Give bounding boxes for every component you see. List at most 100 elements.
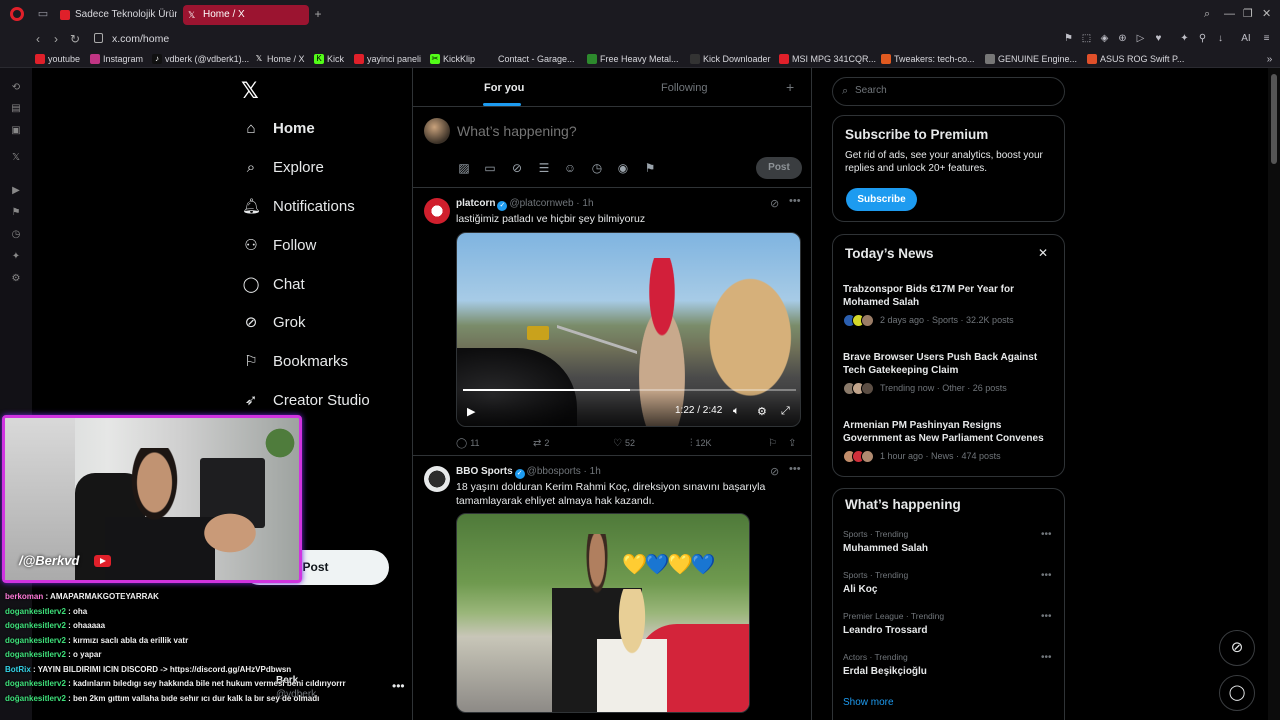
tab-following[interactable]: Following [661, 82, 707, 94]
search-field[interactable]: ⌕ [832, 77, 1065, 106]
subscribe-button[interactable]: Subscribe [846, 188, 917, 211]
avatar[interactable] [424, 198, 450, 224]
more-dots-icon[interactable]: ••• [789, 195, 801, 207]
bookmark-contact-garage[interactable]: Contact - Garage... [485, 53, 575, 65]
bookmark-button[interactable]: ⚐ [768, 436, 780, 451]
history-icon[interactable]: ◷ [10, 229, 22, 241]
tweet-time[interactable]: 1h [582, 198, 593, 209]
more-dots-icon[interactable]: ••• [1041, 570, 1052, 581]
nav-creator-studio[interactable]: ➶ Creator Studio [242, 389, 370, 413]
speed-dial-icon[interactable]: ⟲ [10, 82, 22, 94]
x-logo-icon[interactable]: 𝕏 [241, 80, 259, 102]
player-icon[interactable]: ▷ [1135, 33, 1146, 44]
trend-item[interactable]: Sports · Trending Ali Koç ••• [843, 570, 1055, 597]
scrollbar-thumb[interactable] [1271, 74, 1277, 164]
puzzle-icon[interactable]: ✦ [1179, 33, 1190, 44]
extension-icon[interactable]: ⊕ [1117, 33, 1128, 44]
tab-for-you[interactable]: For you [484, 82, 524, 94]
repost-button[interactable]: ⇄ 2 [533, 436, 549, 451]
nav-grok[interactable]: ⊘ Grok [242, 311, 306, 335]
bookmark-tweakers[interactable]: Tweakers: tech-co... [881, 53, 975, 65]
like-button[interactable]: ♡ 52 [613, 436, 635, 451]
bookmark-yayinci-paneli[interactable]: yayinci paneli [354, 53, 421, 65]
bookmark-genuine-engine[interactable]: GENUINE Engine... [985, 53, 1077, 65]
more-dots-icon[interactable]: ••• [1041, 611, 1052, 622]
nav-notifications[interactable]: 🔔︎ Notifications [242, 195, 355, 219]
media-icon[interactable]: ▨ [457, 161, 471, 175]
trend-item[interactable]: Actors · Trending Erdal Beşikçioğlu ••• [843, 652, 1055, 679]
news-item[interactable]: Armenian PM Pashinyan Resigns Government… [843, 419, 1055, 463]
tweet-author-name[interactable]: platcorn [456, 198, 495, 209]
bookmark-tiktok[interactable]: ♪ vdberk (@vdberk1)... [152, 53, 249, 65]
tweet-handle[interactable]: @platcornweb [509, 198, 573, 209]
ai-icon[interactable]: AI [1236, 33, 1256, 44]
play-icon[interactable]: ▶ [467, 405, 475, 418]
back-icon[interactable]: ‹ [36, 32, 40, 46]
workspace-icon[interactable]: ▤ [10, 103, 22, 115]
news-item[interactable]: Trabzonspor Bids €17M Per Year for Moham… [843, 283, 1055, 327]
pin-sidebar-icon[interactable]: ⚑ [10, 207, 22, 219]
heart-icon[interactable]: ♥ [1153, 33, 1164, 44]
location-icon[interactable]: ◉ [616, 161, 630, 175]
avatar[interactable] [424, 118, 450, 144]
bookmark-youtube[interactable]: youtube [35, 53, 80, 65]
grok-explain-icon[interactable]: ⊘ [770, 465, 779, 478]
search-input[interactable] [855, 85, 1045, 96]
url-field[interactable]: x.com/home [112, 32, 169, 46]
tweet[interactable]: BBO Sports ✓ @bbosports · 1h ⊘ ••• 18 yaşı… [413, 456, 811, 720]
nav-follow[interactable]: ⚇ Follow [242, 234, 316, 258]
more-dots-icon[interactable]: ••• [1041, 652, 1052, 663]
minimize-icon[interactable]: — [1224, 8, 1235, 20]
restore-icon[interactable]: ❐ [1243, 8, 1253, 20]
video-settings-icon[interactable]: ⚙ [757, 405, 767, 418]
menu-icon[interactable]: ≡ [1261, 33, 1272, 44]
tweet-handle[interactable]: @bbosports [527, 466, 581, 477]
tweet[interactable]: platcorn ✓ @platcornweb · 1h ⊘ ••• lastiği… [413, 188, 811, 456]
grok-fab-icon[interactable]: ⊘ [1219, 630, 1255, 666]
tweet-author-name[interactable]: BBO Sports [456, 466, 513, 477]
fullscreen-icon[interactable]: ⤢ [781, 405, 790, 418]
composer-post-button[interactable]: Post [756, 157, 802, 179]
nav-explore[interactable]: ⌕ Explore [242, 156, 324, 180]
volume-icon[interactable]: 🔈︎ [733, 405, 740, 418]
reply-button[interactable]: ◯ 11 [456, 436, 480, 451]
grok-explain-icon[interactable]: ⊘ [770, 197, 779, 210]
schedule-icon[interactable]: ◷ [590, 161, 604, 175]
search-tabs-icon[interactable]: ⌕ [1204, 8, 1210, 20]
player-sidebar-icon[interactable]: ▶ [10, 185, 22, 197]
tab-list-icon[interactable]: ▭ [36, 7, 50, 21]
bookmark-page-icon[interactable]: ⚑ [1063, 33, 1074, 44]
opera-logo-icon[interactable] [10, 7, 24, 21]
screenshot-icon[interactable]: ⬚ [1081, 33, 1092, 44]
bookmarks-overflow-icon[interactable]: » [1264, 54, 1275, 65]
trend-item[interactable]: Premier League · Trending Leandro Trossa… [843, 611, 1055, 638]
trend-item[interactable]: Sports · Trending Muhammed Salah ••• [843, 529, 1055, 556]
more-dots-icon[interactable]: ••• [1041, 529, 1052, 540]
bookmark-asus-rog[interactable]: ASUS ROG Swift P... [1087, 53, 1184, 65]
show-more-link[interactable]: Show more [843, 697, 894, 708]
settings-icon[interactable]: ⚙ [10, 273, 22, 285]
emoji-icon[interactable]: ☺ [563, 161, 577, 175]
video-progress-bar[interactable] [463, 389, 796, 391]
bookmark-x-home[interactable]: 𝕏 Home / X [254, 53, 305, 65]
scrollbar[interactable] [1268, 68, 1280, 720]
views-button[interactable]: ⫶ 12K [690, 436, 712, 451]
x-sidebar-icon[interactable]: 𝕏 [10, 152, 22, 164]
nav-chat[interactable]: ◯ Chat [242, 273, 305, 297]
bookmark-kick[interactable]: K Kick [314, 53, 344, 65]
avatar[interactable] [424, 466, 450, 492]
forward-icon[interactable]: › [54, 32, 58, 46]
new-tab-plus-icon[interactable]: + [312, 8, 324, 20]
grok-compose-icon[interactable]: ⊘ [510, 161, 524, 175]
reload-icon[interactable]: ↻ [70, 32, 80, 46]
shield-icon[interactable]: ◈ [1099, 33, 1110, 44]
composer-input[interactable] [457, 123, 757, 139]
messenger-icon[interactable]: ▣ [10, 125, 22, 137]
bookmark-kick-downloader[interactable]: Kick Downloader [690, 53, 771, 65]
bookmark-msi[interactable]: MSI MPG 341CQR... [779, 53, 876, 65]
flag-icon[interactable]: ⚑ [643, 161, 657, 175]
browser-tab-shop[interactable]: Sadece Teknolojik Ürünler [55, 5, 177, 25]
close-window-icon[interactable]: ✕ [1262, 8, 1271, 20]
download-icon[interactable]: ↓ [1215, 33, 1226, 44]
bookmark-kickklip[interactable]: ✂ KickKlip [430, 53, 475, 65]
